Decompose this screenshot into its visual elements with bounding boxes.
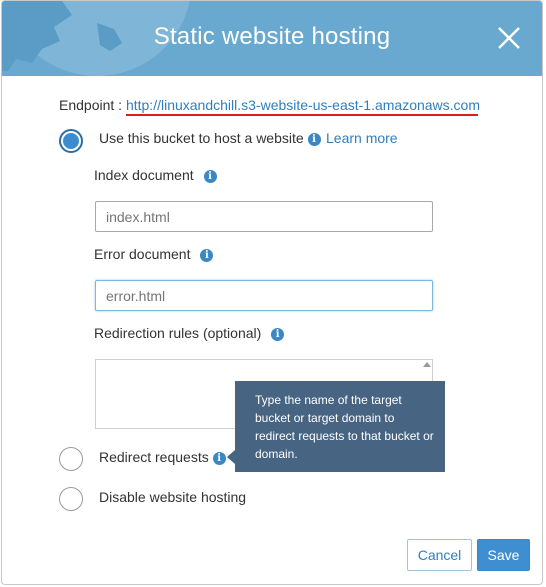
error-document-input[interactable] <box>95 280 433 311</box>
dialog-header: Static website hosting <box>2 1 542 76</box>
redirection-rules-label-row: Redirection rules (optional) i <box>94 325 285 341</box>
disable-hosting-radio[interactable] <box>59 487 83 511</box>
info-icon[interactable]: i <box>203 169 217 183</box>
info-icon[interactable]: i <box>307 132 321 146</box>
tooltip-arrow <box>227 450 235 464</box>
endpoint-label: Endpoint : <box>59 97 123 113</box>
index-document-input[interactable] <box>95 201 433 232</box>
info-icon[interactable]: i <box>212 451 226 465</box>
host-website-radio[interactable] <box>59 129 83 153</box>
endpoint-link[interactable]: http://linuxandchill.s3-website-us-east-… <box>126 97 480 113</box>
redirect-requests-label: Redirect requests <box>99 449 209 465</box>
info-icon[interactable]: i <box>200 248 214 262</box>
redirection-rules-label: Redirection rules (optional) <box>94 325 262 341</box>
info-icon[interactable]: i <box>271 327 285 341</box>
host-website-option: Use this bucket to host a website i <box>99 130 321 146</box>
learn-more-link[interactable]: Learn more <box>326 130 398 146</box>
index-document-label-row: Index document i <box>94 167 217 183</box>
redirect-requests-option: Redirect requests i <box>99 449 226 465</box>
disable-hosting-label: Disable website hosting <box>99 489 247 505</box>
redirect-requests-radio[interactable] <box>59 447 83 471</box>
static-website-hosting-dialog: Static website hosting Endpoint : http:/… <box>1 0 543 585</box>
host-website-label: Use this bucket to host a website <box>99 130 304 146</box>
dialog-title: Static website hosting <box>153 23 391 50</box>
redirect-tooltip: Type the name of the target bucket or ta… <box>235 381 445 472</box>
close-icon[interactable] <box>496 25 522 51</box>
save-button[interactable]: Save <box>477 539 530 571</box>
cancel-button[interactable]: Cancel <box>407 539 472 571</box>
endpoint-underline-annotation <box>126 114 478 116</box>
error-document-label-row: Error document i <box>94 246 214 262</box>
scroll-up-arrow-icon[interactable] <box>423 362 431 367</box>
endpoint-row: Endpoint : http://linuxandchill.s3-websi… <box>59 97 480 113</box>
error-document-label: Error document <box>94 246 191 262</box>
index-document-label: Index document <box>94 167 194 183</box>
